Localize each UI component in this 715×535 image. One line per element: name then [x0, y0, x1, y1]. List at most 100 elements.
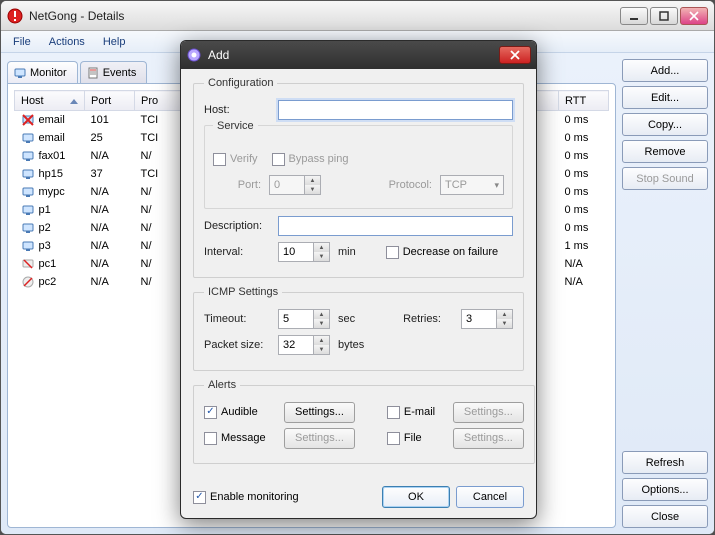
cell-host: mypc — [39, 186, 65, 198]
label-interval: Interval: — [204, 246, 270, 258]
cell-host: email — [39, 114, 65, 126]
dialog-titlebar[interactable]: Add — [181, 41, 536, 69]
timeout-spinner[interactable]: ▲▼ — [278, 309, 330, 329]
app-icon — [7, 8, 23, 24]
group-configuration: Configuration Host: Service Verify Bypas… — [193, 77, 524, 278]
interval-spinner[interactable]: ▲▼ — [278, 242, 330, 262]
host-status-icon — [21, 275, 35, 289]
group-configuration-legend: Configuration — [204, 77, 277, 89]
host-input[interactable] — [278, 100, 513, 120]
cell-port: N/A — [85, 219, 135, 237]
cell-host: p1 — [39, 204, 51, 216]
tab-events[interactable]: Events — [80, 61, 148, 83]
group-alerts: Alerts Audible Settings... E-mail Settin… — [193, 379, 535, 464]
email-checkbox[interactable]: E-mail — [387, 406, 443, 419]
label-packet: Packet size: — [204, 339, 270, 351]
dialog-icon — [186, 47, 202, 63]
cell-rtt: 1 ms — [559, 237, 609, 255]
label-protocol: Protocol: — [389, 179, 432, 191]
copy-button[interactable]: Copy... — [622, 113, 708, 136]
menu-file[interactable]: File — [5, 34, 39, 50]
cell-host: pc1 — [39, 258, 57, 270]
audible-settings-button[interactable]: Settings... — [284, 402, 355, 423]
checkbox-icon — [204, 432, 217, 445]
host-status-icon — [21, 113, 35, 127]
label-timeout: Timeout: — [204, 313, 270, 325]
port-spinner: ▲▼ — [269, 175, 321, 195]
edit-button[interactable]: Edit... — [622, 86, 708, 109]
menu-help[interactable]: Help — [95, 34, 134, 50]
window-close-button[interactable] — [680, 7, 708, 25]
group-alerts-legend: Alerts — [204, 379, 240, 391]
label-host: Host: — [204, 104, 270, 116]
cell-port: N/A — [85, 237, 135, 255]
cell-port: N/A — [85, 183, 135, 201]
cancel-button[interactable]: Cancel — [456, 486, 524, 508]
cell-port: 37 — [85, 165, 135, 183]
group-service: Service Verify Bypass ping Port: — [204, 125, 513, 209]
remove-button[interactable]: Remove — [622, 140, 708, 163]
dialog-close-button[interactable] — [499, 46, 531, 64]
button-column: Add... Edit... Copy... Remove Stop Sound… — [622, 59, 708, 528]
minimize-button[interactable] — [620, 7, 648, 25]
checkbox-icon — [213, 153, 226, 166]
checkbox-icon — [272, 153, 285, 166]
cell-rtt: 0 ms — [559, 111, 609, 130]
cell-host: hp15 — [39, 168, 63, 180]
options-button[interactable]: Options... — [622, 478, 708, 501]
host-status-icon — [21, 257, 35, 271]
verify-checkbox[interactable]: Verify — [213, 153, 258, 166]
window-title: NetGong - Details — [29, 9, 620, 23]
label-description: Description: — [204, 220, 270, 232]
menu-actions[interactable]: Actions — [41, 34, 93, 50]
add-button[interactable]: Add... — [622, 59, 708, 82]
audible-checkbox[interactable]: Audible — [204, 406, 274, 419]
col-host[interactable]: Host — [15, 91, 85, 111]
enable-monitoring-checkbox[interactable]: Enable monitoring — [193, 491, 299, 504]
cell-port: N/A — [85, 273, 135, 291]
retries-spinner[interactable]: ▲▼ — [461, 309, 513, 329]
cell-host: fax01 — [39, 150, 66, 162]
cell-host: p3 — [39, 240, 51, 252]
col-rtt[interactable]: RTT — [559, 91, 609, 111]
cell-rtt: 0 ms — [559, 219, 609, 237]
label-retries: Retries: — [403, 313, 441, 325]
file-checkbox[interactable]: File — [387, 432, 443, 445]
group-icmp-legend: ICMP Settings — [204, 286, 282, 298]
label-port: Port: — [213, 179, 261, 191]
main-titlebar[interactable]: NetGong - Details — [1, 1, 714, 31]
file-settings-button: Settings... — [453, 428, 524, 449]
description-input[interactable] — [278, 216, 513, 236]
label-timeout-unit: sec — [338, 313, 355, 325]
checkbox-icon — [386, 246, 399, 259]
message-checkbox[interactable]: Message — [204, 432, 274, 445]
host-status-icon — [21, 131, 35, 145]
host-status-icon — [21, 203, 35, 217]
label-interval-unit: min — [338, 246, 356, 258]
message-settings-button: Settings... — [284, 428, 355, 449]
add-dialog: Add Configuration Host: Service Verify — [180, 40, 537, 519]
checkbox-icon — [204, 406, 217, 419]
checkbox-icon — [387, 432, 400, 445]
ok-button[interactable]: OK — [382, 486, 450, 508]
events-icon — [87, 67, 99, 79]
stop-sound-button[interactable]: Stop Sound — [622, 167, 708, 190]
cell-rtt: N/A — [559, 255, 609, 273]
cell-host: p2 — [39, 222, 51, 234]
cell-rtt: N/A — [559, 273, 609, 291]
packet-spinner[interactable]: ▲▼ — [278, 335, 330, 355]
cell-rtt: 0 ms — [559, 147, 609, 165]
decrease-on-failure-checkbox[interactable]: Decrease on failure — [386, 246, 498, 259]
tab-monitor[interactable]: Monitor — [7, 61, 78, 83]
cell-port: N/A — [85, 201, 135, 219]
tab-label: Monitor — [30, 67, 67, 79]
close-button[interactable]: Close — [622, 505, 708, 528]
cell-rtt: 0 ms — [559, 183, 609, 201]
col-port[interactable]: Port — [85, 91, 135, 111]
group-service-legend: Service — [213, 120, 258, 132]
dialog-title: Add — [208, 48, 493, 62]
maximize-button[interactable] — [650, 7, 678, 25]
bypass-ping-checkbox[interactable]: Bypass ping — [272, 153, 349, 166]
email-settings-button: Settings... — [453, 402, 524, 423]
refresh-button[interactable]: Refresh — [622, 451, 708, 474]
